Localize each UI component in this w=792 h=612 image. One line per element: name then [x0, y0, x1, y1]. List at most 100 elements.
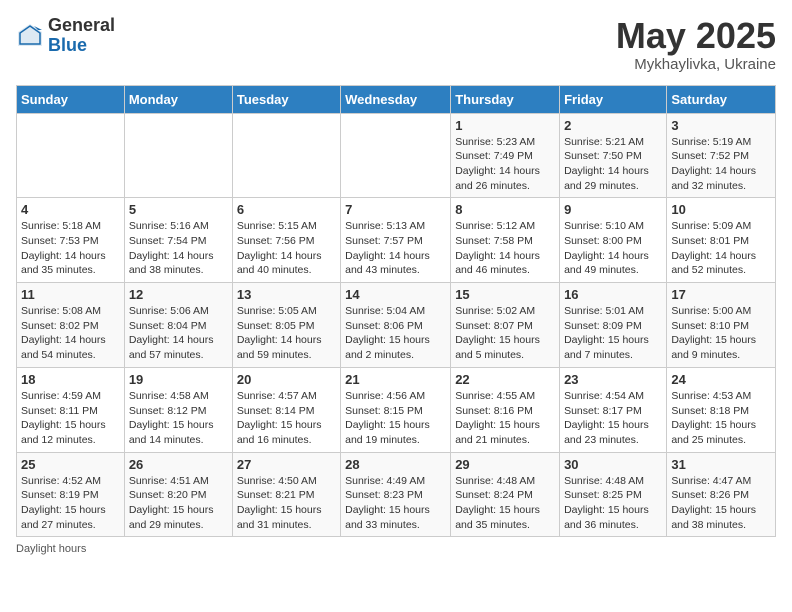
day-info: Sunrise: 4:48 AMSunset: 8:25 PMDaylight:…	[564, 474, 662, 533]
logo-blue: Blue	[48, 36, 115, 56]
page-header: General Blue May 2025 Mykhaylivka, Ukrai…	[16, 16, 776, 73]
day-cell	[17, 113, 125, 198]
day-number: 30	[564, 457, 662, 472]
day-cell: 3 Sunrise: 5:19 AMSunset: 7:52 PMDaylight…	[667, 113, 776, 198]
day-cell: 14 Sunrise: 5:04 AMSunset: 8:06 PMDayligh…	[341, 283, 451, 368]
day-info: Sunrise: 5:15 AMSunset: 7:56 PMDaylight:…	[237, 219, 336, 278]
day-cell	[341, 113, 451, 198]
day-info: Sunrise: 5:09 AMSunset: 8:01 PMDaylight:…	[671, 219, 771, 278]
day-info: Sunrise: 4:50 AMSunset: 8:21 PMDaylight:…	[237, 474, 336, 533]
day-number: 5	[129, 202, 228, 217]
day-number: 31	[671, 457, 771, 472]
day-cell: 26 Sunrise: 4:51 AMSunset: 8:20 PMDayligh…	[124, 452, 232, 537]
day-number: 16	[564, 287, 662, 302]
week-row-3: 11 Sunrise: 5:08 AMSunset: 8:02 PMDayligh…	[17, 283, 776, 368]
day-cell: 31 Sunrise: 4:47 AMSunset: 8:26 PMDayligh…	[667, 452, 776, 537]
title-block: May 2025 Mykhaylivka, Ukraine	[616, 16, 776, 73]
day-cell: 28Sunrise: 4:49 AMSunset: 8:23 PMDayligh…	[341, 452, 451, 537]
day-info: Sunrise: 4:58 AMSunset: 8:12 PMDaylight:…	[129, 389, 228, 448]
day-cell: 17Sunrise: 5:00 AMSunset: 8:10 PMDayligh…	[667, 283, 776, 368]
day-number: 15	[455, 287, 555, 302]
day-cell: 9 Sunrise: 5:10 AMSunset: 8:00 PMDaylight…	[560, 198, 667, 283]
day-info: Sunrise: 5:13 AMSunset: 7:57 PMDaylight:…	[345, 219, 446, 278]
day-number: 9	[564, 202, 662, 217]
col-header-tuesday: Tuesday	[232, 85, 340, 113]
day-number: 3	[671, 118, 771, 133]
col-header-sunday: Sunday	[17, 85, 125, 113]
day-cell: 30 Sunrise: 4:48 AMSunset: 8:25 PMDayligh…	[560, 452, 667, 537]
logo-text: General Blue	[48, 16, 115, 56]
day-number: 11	[21, 287, 120, 302]
day-cell: 4 Sunrise: 5:18 AMSunset: 7:53 PMDaylight…	[17, 198, 125, 283]
week-row-1: 1Sunrise: 5:23 AMSunset: 7:49 PMDaylight…	[17, 113, 776, 198]
day-cell: 23Sunrise: 4:54 AMSunset: 8:17 PMDayligh…	[560, 367, 667, 452]
day-info: Sunrise: 5:18 AMSunset: 7:53 PMDaylight:…	[21, 219, 120, 278]
col-header-saturday: Saturday	[667, 85, 776, 113]
day-cell: 27 Sunrise: 4:50 AMSunset: 8:21 PMDayligh…	[232, 452, 340, 537]
day-cell: 15Sunrise: 5:02 AMSunset: 8:07 PMDayligh…	[451, 283, 560, 368]
col-header-thursday: Thursday	[451, 85, 560, 113]
day-info: Sunrise: 4:55 AMSunset: 8:16 PMDaylight:…	[455, 389, 555, 448]
day-cell: 5 Sunrise: 5:16 AMSunset: 7:54 PMDaylight…	[124, 198, 232, 283]
day-cell: 24 Sunrise: 4:53 AMSunset: 8:18 PMDayligh…	[667, 367, 776, 452]
day-info: Sunrise: 5:01 AMSunset: 8:09 PMDaylight:…	[564, 304, 662, 363]
day-info: Sunrise: 4:52 AMSunset: 8:19 PMDaylight:…	[21, 474, 120, 533]
day-info: Sunrise: 5:21 AMSunset: 7:50 PMDaylight:…	[564, 135, 662, 194]
day-number: 21	[345, 372, 446, 387]
day-cell: 25 Sunrise: 4:52 AMSunset: 8:19 PMDayligh…	[17, 452, 125, 537]
day-number: 26	[129, 457, 228, 472]
day-number: 29	[455, 457, 555, 472]
day-info: Sunrise: 5:08 AMSunset: 8:02 PMDaylight:…	[21, 304, 120, 363]
day-cell: 18Sunrise: 4:59 AMSunset: 8:11 PMDayligh…	[17, 367, 125, 452]
day-info: Sunrise: 5:19 AMSunset: 7:52 PMDaylight:…	[671, 135, 771, 194]
day-info: Sunrise: 5:10 AMSunset: 8:00 PMDaylight:…	[564, 219, 662, 278]
day-info: Sunrise: 4:57 AMSunset: 8:14 PMDaylight:…	[237, 389, 336, 448]
day-info: Sunrise: 5:05 AMSunset: 8:05 PMDaylight:…	[237, 304, 336, 363]
logo-general: General	[48, 16, 115, 36]
day-number: 18	[21, 372, 120, 387]
day-cell: 2 Sunrise: 5:21 AMSunset: 7:50 PMDaylight…	[560, 113, 667, 198]
month-title: May 2025	[616, 16, 776, 56]
day-cell: 20 Sunrise: 4:57 AMSunset: 8:14 PMDayligh…	[232, 367, 340, 452]
day-cell: 12Sunrise: 5:06 AMSunset: 8:04 PMDayligh…	[124, 283, 232, 368]
location-subtitle: Mykhaylivka, Ukraine	[616, 56, 776, 73]
day-number: 7	[345, 202, 446, 217]
day-info: Sunrise: 5:12 AMSunset: 7:58 PMDaylight:…	[455, 219, 555, 278]
day-cell: 13 Sunrise: 5:05 AMSunset: 8:05 PMDayligh…	[232, 283, 340, 368]
day-cell: 29Sunrise: 4:48 AMSunset: 8:24 PMDayligh…	[451, 452, 560, 537]
week-row-4: 18Sunrise: 4:59 AMSunset: 8:11 PMDayligh…	[17, 367, 776, 452]
day-number: 22	[455, 372, 555, 387]
day-number: 25	[21, 457, 120, 472]
day-cell: 22 Sunrise: 4:55 AMSunset: 8:16 PMDayligh…	[451, 367, 560, 452]
day-number: 4	[21, 202, 120, 217]
day-info: Sunrise: 4:47 AMSunset: 8:26 PMDaylight:…	[671, 474, 771, 533]
day-info: Sunrise: 4:54 AMSunset: 8:17 PMDaylight:…	[564, 389, 662, 448]
day-number: 17	[671, 287, 771, 302]
col-header-wednesday: Wednesday	[341, 85, 451, 113]
day-number: 14	[345, 287, 446, 302]
day-number: 19	[129, 372, 228, 387]
day-info: Sunrise: 4:53 AMSunset: 8:18 PMDaylight:…	[671, 389, 771, 448]
day-info: Sunrise: 4:51 AMSunset: 8:20 PMDaylight:…	[129, 474, 228, 533]
day-info: Sunrise: 5:16 AMSunset: 7:54 PMDaylight:…	[129, 219, 228, 278]
day-number: 1	[455, 118, 555, 133]
logo: General Blue	[16, 16, 115, 56]
day-number: 24	[671, 372, 771, 387]
day-number: 27	[237, 457, 336, 472]
footer-text: Daylight hours	[16, 543, 86, 555]
footer: Daylight hours	[16, 543, 776, 555]
day-cell	[232, 113, 340, 198]
col-header-friday: Friday	[560, 85, 667, 113]
day-info: Sunrise: 5:04 AMSunset: 8:06 PMDaylight:…	[345, 304, 446, 363]
day-number: 28	[345, 457, 446, 472]
day-number: 13	[237, 287, 336, 302]
calendar-table: SundayMondayTuesdayWednesdayThursdayFrid…	[16, 85, 776, 538]
week-row-2: 4 Sunrise: 5:18 AMSunset: 7:53 PMDaylight…	[17, 198, 776, 283]
day-cell: 19 Sunrise: 4:58 AMSunset: 8:12 PMDayligh…	[124, 367, 232, 452]
day-number: 2	[564, 118, 662, 133]
day-number: 20	[237, 372, 336, 387]
logo-icon	[16, 22, 44, 50]
day-info: Sunrise: 4:56 AMSunset: 8:15 PMDaylight:…	[345, 389, 446, 448]
week-row-5: 25 Sunrise: 4:52 AMSunset: 8:19 PMDayligh…	[17, 452, 776, 537]
day-number: 10	[671, 202, 771, 217]
